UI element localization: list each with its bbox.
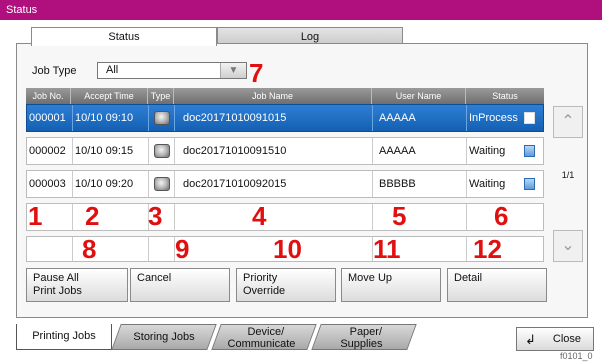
cell-job-name: doc20171010091510 [175,138,373,164]
waiting-icon [524,178,535,190]
job-type-value: All [106,64,119,76]
callout-6: 6 [494,201,509,231]
cell-job-no: 000003 [29,171,73,197]
chevron-up-icon: ⌃ [561,113,575,130]
page-indicator: 1/1 [561,170,575,180]
print-job-icon [153,111,170,125]
header-job-name[interactable]: Job Name [174,88,372,104]
tab-status[interactable]: Status [31,27,217,46]
header-type[interactable]: Type [148,88,174,104]
cell-user-name: AAAAA [373,105,467,131]
tab-paper-supplies[interactable]: Paper/ Supplies [311,324,417,350]
print-job-icon [153,144,170,158]
waiting-icon [524,145,535,157]
cell-accept-time: 10/10 09:20 [73,171,149,197]
status-text: Waiting [469,145,506,157]
callout-11: 11 [373,234,401,264]
callout-5: 5 [392,201,407,231]
detail-button[interactable]: Detail [447,268,547,302]
status-indicator-icon [524,112,535,124]
cell-type [149,171,175,197]
return-arrow-icon: ↲ [525,332,536,347]
pause-all-print-jobs-button[interactable]: Pause All Print Jobs [26,268,128,302]
tab-storing-jobs[interactable]: Storing Jobs [111,324,217,350]
figure-code: f0101_0 [560,351,593,361]
table-row[interactable]: 000001 10/10 09:10 doc20171010091015 AAA… [26,104,544,132]
callout-10: 10 [273,234,302,264]
cell-job-name: doc20171010091015 [175,105,373,131]
table-row[interactable]: 000002 10/10 09:15 doc20171010091510 AAA… [26,137,544,165]
cell-job-name: doc20171010092015 [175,171,373,197]
callout-2: 2 [85,201,100,231]
job-type-label: Job Type [32,65,77,77]
window-title: Status [0,0,602,20]
cell-job-no: 000002 [29,138,73,164]
move-up-button[interactable]: Move Up [341,268,441,302]
job-table-header: Job No. Accept Time Type Job Name User N… [26,88,544,104]
callout-4: 4 [252,201,267,231]
close-button[interactable]: ↲ Close [516,327,594,351]
header-user-name[interactable]: User Name [372,88,466,104]
cell-status: InProcess [467,105,543,131]
header-job-no[interactable]: Job No. [26,88,71,104]
scroll-down-button[interactable]: ⌄ [553,230,583,262]
tab-device-communicate[interactable]: Device/ Communicate [211,324,317,350]
cell-user-name: BBBBB [373,171,467,197]
cancel-button[interactable]: Cancel [130,268,230,302]
status-text: InProcess [469,112,518,124]
cell-user-name: AAAAA [373,138,467,164]
job-type-select[interactable]: All ▼ [97,62,247,79]
callout-3: 3 [148,201,163,231]
callout-8: 8 [82,234,97,264]
cell-job-no: 000001 [29,105,73,131]
cell-type [149,138,175,164]
cell-status: Waiting [467,171,543,197]
priority-override-button[interactable]: Priority Override [236,268,336,302]
cell-accept-time: 10/10 09:15 [73,138,149,164]
cell-type [149,105,175,131]
header-accept-time[interactable]: Accept Time [71,88,148,104]
header-status[interactable]: Status [466,88,544,104]
callout-7: 7 [249,58,264,88]
chevron-down-icon[interactable]: ▼ [220,63,246,78]
table-row[interactable]: 000003 10/10 09:20 doc20171010092015 BBB… [26,170,544,198]
status-text: Waiting [469,178,506,190]
chevron-down-icon: ⌄ [561,237,575,254]
callout-1: 1 [28,201,43,231]
scroll-up-button[interactable]: ⌃ [553,106,583,138]
callout-12: 12 [473,234,502,264]
cell-status: Waiting [467,138,543,164]
print-job-icon [153,177,170,191]
callout-9: 9 [175,234,190,264]
tab-printing-jobs[interactable]: Printing Jobs [16,324,112,350]
table-row[interactable] [26,203,544,231]
cell-accept-time: 10/10 09:10 [73,105,149,131]
